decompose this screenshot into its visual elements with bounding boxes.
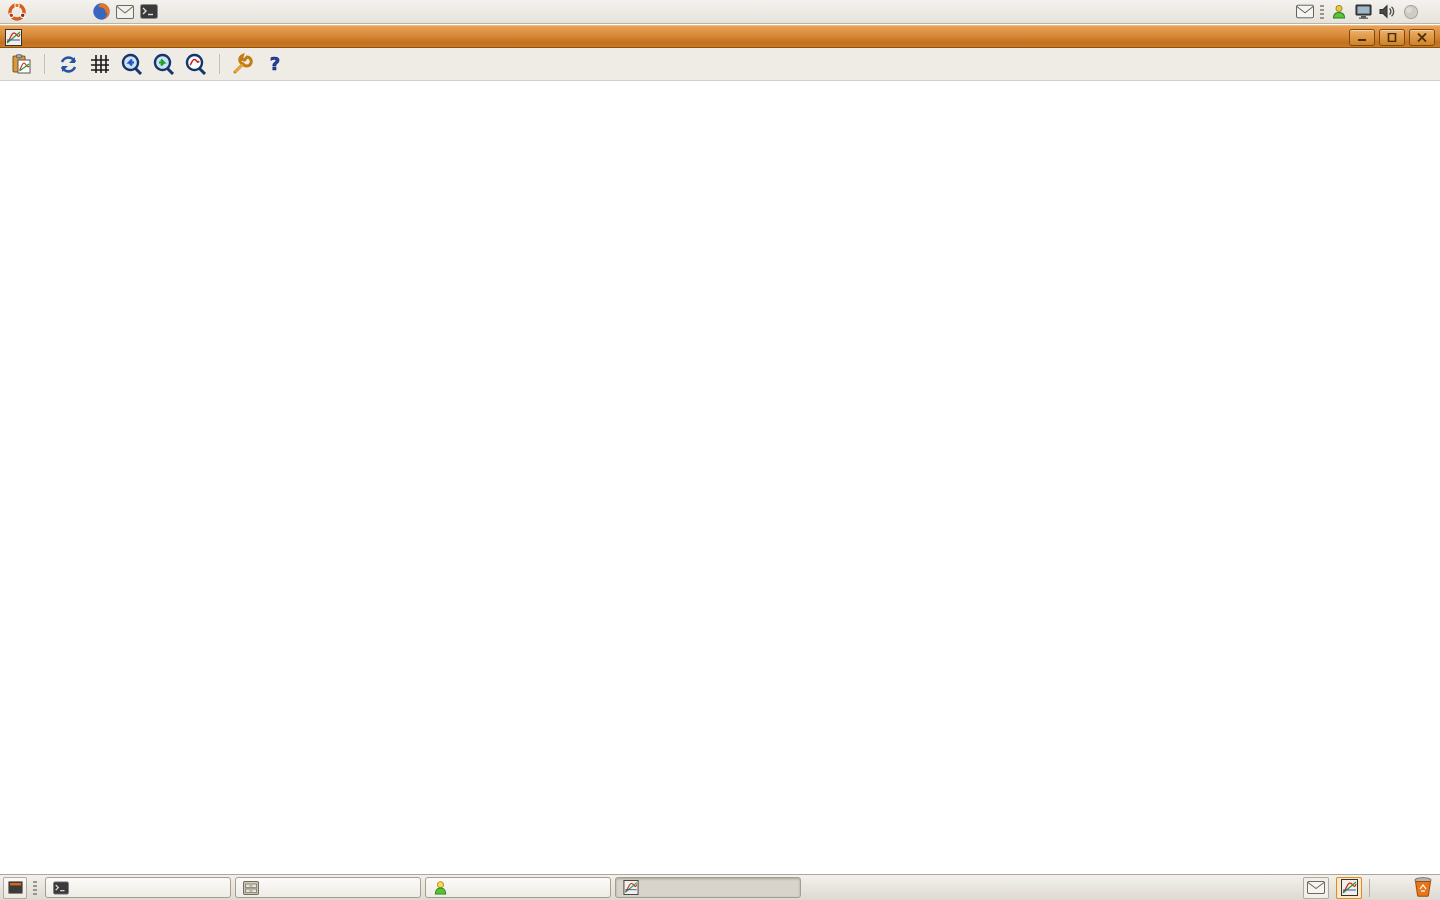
- minimize-button[interactable]: [1349, 29, 1375, 46]
- user-icon[interactable]: [1330, 3, 1348, 21]
- weather-icon[interactable]: [1402, 3, 1420, 21]
- top-panel: [0, 0, 1440, 24]
- toolbar-separator: [219, 54, 220, 74]
- copy-icon[interactable]: [8, 51, 34, 77]
- plot-canvas[interactable]: [0, 81, 1440, 874]
- task-gnuplot[interactable]: [615, 877, 801, 898]
- titlebar[interactable]: [0, 25, 1440, 48]
- gnuplot-window-icon: [5, 29, 22, 50]
- close-button[interactable]: [1409, 29, 1435, 46]
- menu-places[interactable]: [50, 9, 68, 15]
- gnuplot-charts: [0, 81, 1440, 874]
- ubuntu-logo-icon[interactable]: [6, 2, 28, 22]
- refresh-icon[interactable]: [55, 51, 81, 77]
- grid-icon[interactable]: [87, 51, 113, 77]
- terminal-icon[interactable]: [138, 2, 160, 22]
- panel-left: [0, 2, 160, 22]
- settings-icon[interactable]: [230, 51, 256, 77]
- taskbar-tray: [1296, 875, 1440, 900]
- menu-system[interactable]: [70, 9, 88, 15]
- zoom-previous-icon[interactable]: [119, 51, 145, 77]
- svg-text:?: ?: [270, 54, 280, 75]
- panel-tray: [1296, 3, 1440, 21]
- mail-notification-icon[interactable]: [1296, 3, 1314, 21]
- gnuplot-window: ?: [0, 25, 1440, 874]
- taskbar: [0, 874, 1440, 900]
- task-terminal[interactable]: [45, 877, 231, 898]
- mail-icon[interactable]: [114, 2, 136, 22]
- taskbar-separator: [1369, 879, 1370, 897]
- trash-icon[interactable]: [1412, 875, 1434, 900]
- toolbar-separator: [44, 54, 45, 74]
- task-file-manager[interactable]: [235, 877, 421, 898]
- maximize-button[interactable]: [1379, 29, 1405, 46]
- zoom-icon[interactable]: [183, 51, 209, 77]
- task-list: [45, 877, 801, 898]
- desktop: ?: [0, 0, 1440, 900]
- volume-icon[interactable]: [1378, 3, 1396, 21]
- firefox-icon[interactable]: [90, 2, 112, 22]
- help-icon[interactable]: ?: [262, 51, 288, 77]
- gnuplot-tray-icon[interactable]: [1336, 877, 1362, 899]
- task-gajim[interactable]: [425, 877, 611, 898]
- zoom-next-icon[interactable]: [151, 51, 177, 77]
- tray-handle[interactable]: [1320, 5, 1324, 19]
- mail-tray-icon[interactable]: [1303, 877, 1329, 899]
- display-icon[interactable]: [1354, 3, 1372, 21]
- toolbar: ?: [0, 48, 1440, 81]
- menu-applications[interactable]: [30, 9, 48, 15]
- taskbar-handle[interactable]: [33, 881, 37, 895]
- show-desktop-button[interactable]: [3, 877, 27, 899]
